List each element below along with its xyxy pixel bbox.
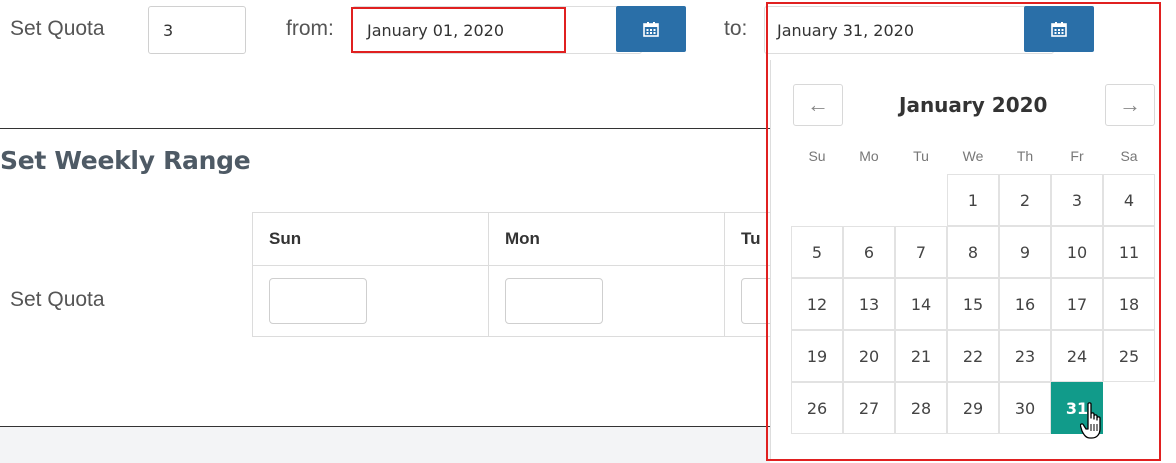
set-quota-label: Set Quota xyxy=(10,17,105,40)
footer-area xyxy=(0,427,770,463)
from-label: from: xyxy=(286,17,334,40)
to-datepicker-highlight xyxy=(766,2,1161,461)
column-header-mon: Mon xyxy=(488,212,725,266)
weekly-set-quota-label: Set Quota xyxy=(10,288,105,311)
sun-quota-cell xyxy=(252,265,489,337)
mon-quota-cell xyxy=(488,265,725,337)
to-label: to: xyxy=(724,17,748,40)
weekly-range-title: Set Weekly Range xyxy=(0,146,251,175)
mon-quota-input[interactable] xyxy=(505,278,603,324)
column-header-sun: Sun xyxy=(252,212,489,266)
quota-input[interactable]: 3 xyxy=(148,6,246,54)
weekly-quota-table: Sun Mon Tu xyxy=(252,212,786,337)
sun-quota-input[interactable] xyxy=(269,278,367,324)
from-calendar-button[interactable] xyxy=(616,6,686,52)
calendar-icon xyxy=(643,22,659,37)
hand-pointer-icon xyxy=(1080,402,1101,439)
from-date-highlight xyxy=(351,7,566,53)
section-divider-top xyxy=(0,128,770,129)
